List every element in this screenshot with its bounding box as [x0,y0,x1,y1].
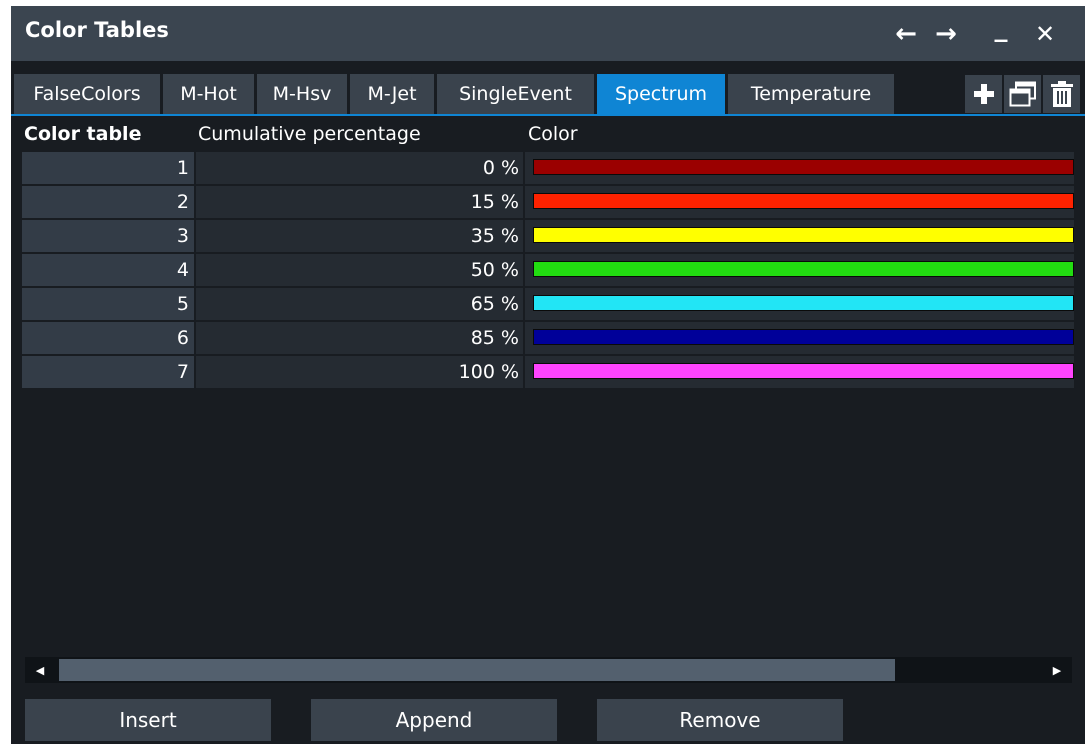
delete-table-button[interactable] [1043,75,1080,113]
scroll-left-icon[interactable]: ◀ [25,657,55,683]
color-cell[interactable] [525,322,1074,354]
forward-arrow-icon[interactable]: → [928,14,964,54]
tab-spectrum[interactable]: Spectrum [597,74,725,114]
trash-icon [1050,81,1073,107]
percentage-cell[interactable]: 35 % [196,220,523,252]
row-index-cell: 1 [22,152,194,184]
table-row[interactable]: 1 0 % [22,152,1074,185]
color-swatch [533,227,1074,243]
tab-singleevent[interactable]: SingleEvent [437,74,594,114]
dialog-title: Color Tables [25,18,169,42]
row-index-cell: 5 [22,288,194,320]
table-row[interactable]: 3 35 % [22,220,1074,253]
color-tables-dialog: Color Tables ← → _ ✕ FalseColors M-Hot M… [11,6,1085,744]
add-table-button[interactable] [965,75,1002,113]
tab-temperature[interactable]: Temperature [728,74,894,114]
color-cell[interactable] [525,186,1074,218]
minimize-icon[interactable]: _ [983,8,1019,48]
percentage-cell[interactable]: 100 % [196,356,523,388]
scrollbar-thumb[interactable] [59,659,895,681]
column-header-color[interactable]: Color [528,116,828,152]
row-index-cell: 3 [22,220,194,252]
table-row[interactable]: 2 15 % [22,186,1074,219]
row-index-cell: 4 [22,254,194,286]
row-index-cell: 2 [22,186,194,218]
insert-button[interactable]: Insert [25,699,271,741]
color-swatch [533,261,1074,277]
table-row[interactable]: 6 85 % [22,322,1074,355]
percentage-cell[interactable]: 15 % [196,186,523,218]
color-swatch [533,193,1074,209]
column-header-cumulative-percentage[interactable]: Cumulative percentage [198,116,518,152]
color-table-grid: Color table Cumulative percentage Color … [22,116,1074,656]
color-swatch [533,363,1074,379]
color-cell[interactable] [525,356,1074,388]
back-arrow-icon[interactable]: ← [888,14,924,54]
color-cell[interactable] [525,152,1074,184]
color-cell[interactable] [525,288,1074,320]
close-icon[interactable]: ✕ [1027,14,1063,54]
column-header-color-table[interactable]: Color table [22,116,196,152]
color-swatch [533,159,1074,175]
tab-m-jet[interactable]: M-Jet [350,74,434,114]
percentage-cell[interactable]: 85 % [196,322,523,354]
percentage-cell[interactable]: 0 % [196,152,523,184]
remove-button[interactable]: Remove [597,699,843,741]
append-button[interactable]: Append [311,699,557,741]
row-index-cell: 6 [22,322,194,354]
tab-m-hsv[interactable]: M-Hsv [257,74,347,114]
percentage-cell[interactable]: 50 % [196,254,523,286]
copy-table-button[interactable] [1004,75,1041,113]
scroll-right-icon[interactable]: ▶ [1042,657,1072,683]
color-swatch [533,329,1074,345]
tab-strip: FalseColors M-Hot M-Hsv M-Jet SingleEven… [11,61,1085,116]
color-swatch [533,295,1074,311]
percentage-cell[interactable]: 65 % [196,288,523,320]
tab-m-hot[interactable]: M-Hot [163,74,254,114]
plus-icon [973,84,994,104]
tab-falsecolors[interactable]: FalseColors [14,74,160,114]
color-cell[interactable] [525,220,1074,252]
table-row[interactable]: 4 50 % [22,254,1074,287]
table-row[interactable]: 7 100 % [22,356,1074,389]
row-index-cell: 7 [22,356,194,388]
color-cell[interactable] [525,254,1074,286]
copy-window-icon [1009,81,1036,107]
title-bar: Color Tables ← → _ ✕ [11,6,1085,61]
table-row[interactable]: 5 65 % [22,288,1074,321]
horizontal-scrollbar[interactable]: ◀ ▶ [25,657,1072,683]
